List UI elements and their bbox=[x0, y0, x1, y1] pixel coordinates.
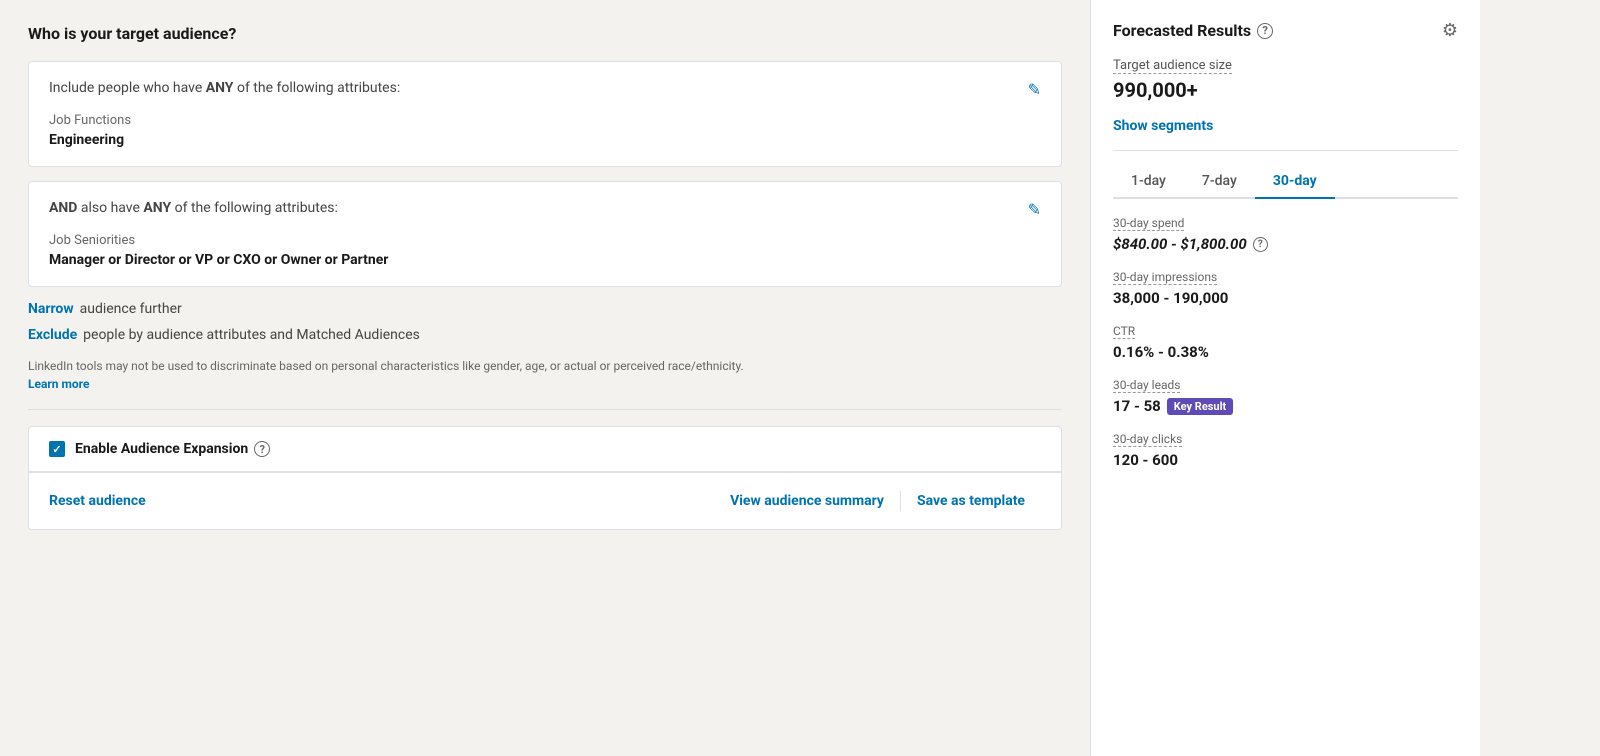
narrow-link[interactable]: Narrow bbox=[28, 301, 74, 317]
show-segments-btn[interactable]: Show segments bbox=[1113, 118, 1458, 134]
ctr-label: CTR bbox=[1113, 324, 1135, 339]
day-tabs: 1-day 7-day 30-day bbox=[1113, 167, 1458, 199]
key-result-badge: Key Result bbox=[1167, 398, 1233, 415]
impressions-block: 30-day impressions 38,000 - 190,000 bbox=[1113, 269, 1458, 307]
disclaimer-text: LinkedIn tools may not be used to discri… bbox=[28, 359, 744, 373]
leads-label: 30-day leads bbox=[1113, 378, 1180, 393]
spend-label: 30-day spend bbox=[1113, 216, 1184, 231]
panel-header: Forecasted Results ? ⚙ bbox=[1113, 20, 1458, 41]
audience-size-label: Target audience size bbox=[1113, 58, 1232, 74]
impressions-label: 30-day impressions bbox=[1113, 270, 1217, 285]
leads-value: 17 - 58 Key Result bbox=[1113, 397, 1458, 415]
narrow-text: audience further bbox=[80, 301, 182, 317]
gear-icon[interactable]: ⚙ bbox=[1442, 20, 1458, 41]
right-panel: Forecasted Results ? ⚙ Target audience s… bbox=[1090, 0, 1480, 756]
page-title: Who is your target audience? bbox=[28, 24, 1062, 43]
footer-left: Reset audience bbox=[49, 493, 714, 509]
card2-header: AND also have ANY of the following attri… bbox=[49, 200, 1041, 219]
card2-edit-icon[interactable]: ✎ bbox=[1028, 200, 1041, 219]
clicks-block: 30-day clicks 120 - 600 bbox=[1113, 431, 1458, 469]
clicks-label: 30-day clicks bbox=[1113, 432, 1182, 447]
card2-field-value: Manager or Director or VP or CXO or Owne… bbox=[49, 252, 1041, 268]
expansion-checkbox[interactable]: ✓ bbox=[49, 441, 65, 457]
and-card: AND also have ANY of the following attri… bbox=[28, 181, 1062, 287]
view-audience-summary-link[interactable]: View audience summary bbox=[714, 493, 900, 509]
exclude-row: Exclude people by audience attributes and… bbox=[28, 327, 1062, 343]
ctr-value: 0.16% - 0.38% bbox=[1113, 343, 1458, 361]
clicks-value: 120 - 600 bbox=[1113, 451, 1458, 469]
card1-field-value: Engineering bbox=[49, 132, 1041, 148]
exclude-text: people by audience attributes and Matche… bbox=[83, 327, 420, 343]
spend-value: $840.00 - $1,800.00 ? bbox=[1113, 235, 1458, 253]
audience-size-block: Target audience size 990,000+ bbox=[1113, 57, 1458, 102]
save-as-template-link[interactable]: Save as template bbox=[901, 493, 1041, 509]
spend-info-icon[interactable]: ? bbox=[1253, 237, 1268, 252]
footer-right: View audience summary Save as template bbox=[714, 491, 1041, 511]
footer-bar: Reset audience View audience summary Sav… bbox=[29, 472, 1061, 529]
expansion-help-icon[interactable]: ? bbox=[254, 441, 270, 457]
card1-field-label: Job Functions bbox=[49, 113, 1041, 128]
narrow-row: Narrow audience further bbox=[28, 301, 1062, 317]
exclude-link[interactable]: Exclude bbox=[28, 327, 77, 343]
card1-edit-icon[interactable]: ✎ bbox=[1028, 80, 1041, 99]
expansion-label-text: Enable Audience Expansion bbox=[75, 441, 248, 457]
spend-block: 30-day spend $840.00 - $1,800.00 ? bbox=[1113, 215, 1458, 253]
disclaimer: LinkedIn tools may not be used to discri… bbox=[28, 357, 1062, 393]
leads-block: 30-day leads 17 - 58 Key Result bbox=[1113, 377, 1458, 415]
divider bbox=[28, 409, 1062, 410]
audience-expansion-row: ✓ Enable Audience Expansion ? bbox=[29, 427, 1061, 471]
expansion-container: ✓ Enable Audience Expansion ? Reset audi… bbox=[28, 426, 1062, 530]
learn-more-link[interactable]: Learn more bbox=[28, 377, 89, 391]
panel-divider bbox=[1113, 150, 1458, 151]
impressions-value: 38,000 - 190,000 bbox=[1113, 289, 1458, 307]
audience-size-value: 990,000+ bbox=[1113, 78, 1458, 102]
include-card: Include people who have ANY of the follo… bbox=[28, 61, 1062, 167]
card2-field-label: Job Seniorities bbox=[49, 233, 1041, 248]
reset-audience-link[interactable]: Reset audience bbox=[49, 493, 146, 509]
ctr-block: CTR 0.16% - 0.38% bbox=[1113, 323, 1458, 361]
forecasted-help-icon[interactable]: ? bbox=[1257, 23, 1273, 39]
tab-1day[interactable]: 1-day bbox=[1113, 167, 1184, 199]
panel-title: Forecasted Results ? bbox=[1113, 21, 1273, 40]
tab-30day[interactable]: 30-day bbox=[1255, 167, 1335, 199]
tab-7day[interactable]: 7-day bbox=[1184, 167, 1255, 199]
card1-header: Include people who have ANY of the follo… bbox=[49, 80, 1041, 99]
